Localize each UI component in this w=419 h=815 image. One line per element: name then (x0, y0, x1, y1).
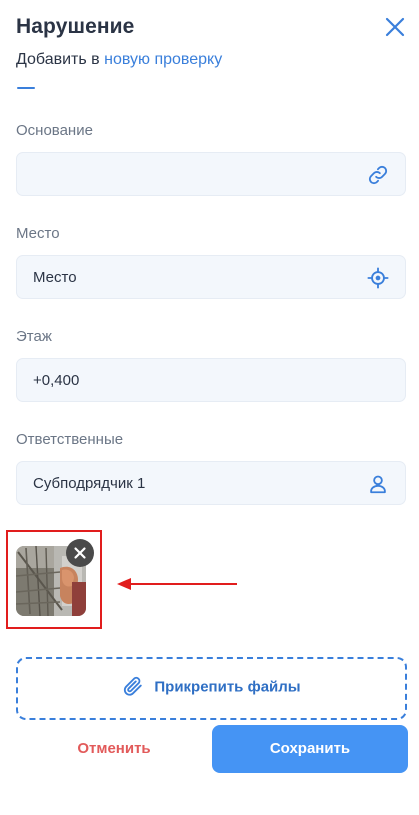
cancel-button[interactable]: Отменить (16, 725, 212, 773)
close-icon (385, 17, 405, 37)
new-inspection-link[interactable]: новую проверку (104, 51, 222, 68)
floor-value: +0,400 (33, 372, 80, 389)
save-button[interactable]: Сохранить (212, 725, 408, 773)
annotation-arrow (117, 578, 237, 590)
user-icon[interactable] (367, 473, 389, 495)
responsible-field[interactable]: Субподрядчик 1 (16, 461, 406, 505)
close-button[interactable] (382, 14, 408, 40)
paperclip-icon (124, 676, 143, 696)
page-title: Нарушение (16, 15, 135, 38)
crosshair-icon[interactable] (367, 267, 389, 289)
floor-label: Этаж (16, 328, 52, 345)
place-field[interactable]: Место (16, 255, 406, 299)
responsible-label: Ответственные (16, 431, 124, 448)
responsible-value: Субподрядчик 1 (33, 475, 146, 492)
subtitle-prefix: Добавить в (16, 51, 100, 68)
basis-field[interactable] (16, 152, 406, 196)
subtitle: Добавить в новую проверку (16, 51, 222, 69)
place-label: Место (16, 225, 60, 242)
attach-files-button[interactable]: Прикрепить файлы (16, 657, 407, 720)
attach-files-content: Прикрепить файлы (18, 676, 405, 697)
link-icon[interactable] (367, 164, 389, 186)
remove-attachment-button[interactable] (66, 539, 94, 567)
close-icon (74, 547, 86, 559)
place-value: Место (33, 269, 77, 286)
violation-form: Нарушение Добавить в новую проверку Осно… (0, 0, 419, 815)
underline-mark (17, 87, 35, 89)
floor-field[interactable]: +0,400 (16, 358, 406, 402)
basis-label: Основание (16, 122, 93, 139)
attach-files-label: Прикрепить файлы (154, 678, 301, 696)
